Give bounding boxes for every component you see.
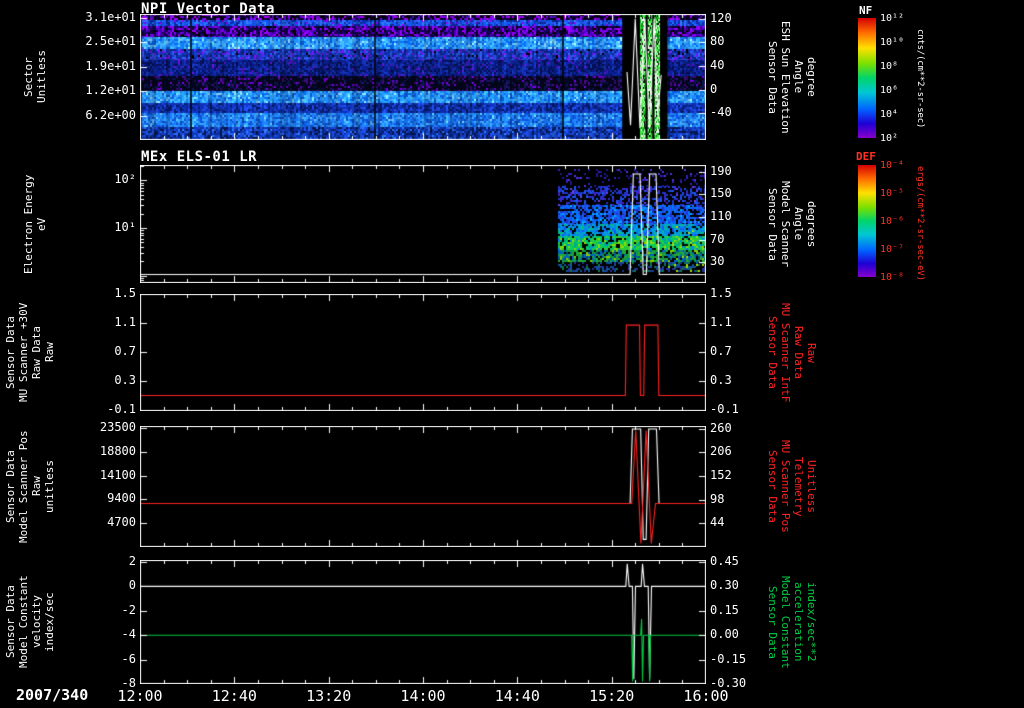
axis-tick-label: 0.3 (710, 372, 732, 387)
axis-tick-label: 23500 (99, 420, 136, 435)
axis-tick-label: 150 (710, 186, 732, 201)
time-tick-label: 14:40 (494, 687, 540, 705)
panel1-right-axis-label: Sensor Data ESH Sun Elevation Angle degr… (766, 20, 818, 134)
panel4-right-axis-label: Sensor Data MU Scanner Pos Telemetry Uni… (766, 440, 818, 533)
axis-tick-label: 40 (710, 58, 725, 73)
axis-tick-label: 120 (710, 10, 732, 25)
colorbar-tick-label: 10⁻⁸ (880, 272, 905, 283)
axis-tick-label: 1.9e+01 (85, 58, 136, 73)
axis-tick-label: 260 (710, 420, 732, 435)
panel2-left-axis-label: Electron Energy eV (22, 174, 48, 274)
axis-tick-label: 2.5e+01 (85, 34, 136, 49)
axis-tick-label: 0.7 (710, 343, 732, 358)
nf-colorbar-label: NF (859, 4, 873, 17)
colorbar-tick-label: 10⁻⁴ (880, 160, 905, 171)
axis-tick-label: 0.3 (114, 372, 136, 387)
axis-tick-label: 152 (710, 467, 732, 482)
axis-tick-label: 1.1 (114, 314, 136, 329)
time-tick-label: 13:20 (306, 687, 352, 705)
axis-tick-label: 206 (710, 444, 732, 459)
axis-tick-label: 9400 (107, 491, 136, 506)
panel-els-title: MEx ELS-01 LR (141, 149, 258, 165)
axis-tick-label: -40 (710, 105, 732, 120)
mu-scanner-intf-plot-canvas (140, 294, 706, 411)
axis-tick-label: -0.1 (710, 401, 739, 416)
time-tick-label: 12:00 (117, 687, 163, 705)
time-tick-label: 16:00 (683, 687, 729, 705)
axis-tick-label: 70 (710, 231, 725, 246)
panel4-left-axis-label: Sensor Data Model Scanner Pos Raw unitle… (4, 430, 56, 543)
panel1-left-axis-label: Sector Unitless (22, 50, 48, 104)
axis-tick-label: 10¹ (114, 219, 136, 234)
axis-tick-label: 0 (128, 578, 136, 593)
axis-tick-label: 1.5 (114, 286, 136, 300)
multi-panel-plot: NPI Vector Data MEx ELS-01 LR Sector Uni… (0, 0, 1024, 708)
axis-tick-label: 6.2e+00 (85, 107, 136, 122)
time-tick-label: 15:20 (589, 687, 635, 705)
panel5-left-axis-label: Sensor Data Model Constant velocity inde… (4, 575, 56, 669)
axis-tick-label: 0.15 (710, 602, 739, 617)
axis-tick-label: 4700 (107, 515, 136, 530)
colorbar-tick-label: 10⁻⁶ (880, 216, 905, 227)
def-colorbar (858, 165, 876, 277)
time-tick-label: 14:00 (400, 687, 446, 705)
axis-tick-label: 0.00 (710, 627, 739, 642)
npi-spectrogram-canvas (140, 14, 706, 140)
def-colorbar-unit: ergs/(cm**2-sr-sec-eV) (915, 165, 925, 281)
axis-tick-label: 3.1e+01 (85, 9, 136, 24)
axis-tick-label: 0.7 (114, 343, 136, 358)
colorbar-tick-label: 10⁻⁷ (880, 244, 905, 255)
axis-tick-label: -4 (121, 627, 136, 642)
axis-tick-label: 30 (710, 254, 725, 269)
axis-tick-label: 1.2e+01 (85, 83, 136, 98)
panel3-left-axis-label: Sensor Data MU Scanner +30V Raw Data Raw (4, 302, 56, 403)
axis-tick-label: -6 (121, 651, 136, 666)
colorbar-tick-label: 10⁻⁵ (880, 188, 905, 199)
colorbar-tick-label: 10⁶ (880, 85, 899, 96)
axis-tick-label: 18800 (99, 443, 136, 458)
nf-colorbar-unit: cnts/(cm**2-sr-sec) (915, 29, 925, 129)
colorbar-tick-label: 10² (880, 133, 899, 144)
colorbar-tick-label: 10¹⁰ (880, 37, 905, 48)
axis-tick-label: 1.1 (710, 314, 732, 329)
axis-tick-label: -0.15 (710, 651, 747, 666)
panel5-right-axis-label: Sensor Data Model Constant acceleration … (766, 575, 818, 669)
axis-tick-label: 110 (710, 208, 732, 223)
nf-colorbar (858, 18, 876, 138)
colorbar-tick-label: 10⁴ (880, 109, 899, 120)
panel3-right-axis-label: Sensor Data MU Scanner IntF Raw Data Raw (766, 302, 818, 403)
axis-tick-label: 0.30 (710, 578, 739, 593)
axis-tick-label: 10² (114, 172, 136, 187)
axis-tick-label: 190 (710, 163, 732, 178)
axis-tick-label: 44 (710, 515, 725, 530)
colorbar-tick-label: 10¹² (880, 13, 905, 24)
scanner-pos-plot-canvas (140, 426, 706, 547)
model-constant-plot-canvas (140, 560, 706, 684)
panel2-right-axis-label: Sensor Data Model Scanner Angle degrees (766, 180, 818, 268)
axis-tick-label: 98 (710, 491, 725, 506)
axis-tick-label: 0 (710, 81, 718, 96)
els-spectrogram-canvas (140, 165, 706, 283)
axis-tick-label: 1.5 (710, 286, 732, 300)
axis-tick-label: -2 (121, 602, 136, 617)
axis-tick-label: 14100 (99, 467, 136, 482)
colorbar-tick-label: 10⁸ (880, 61, 899, 72)
time-tick-label: 12:40 (211, 687, 257, 705)
axis-tick-label: -0.1 (107, 401, 136, 416)
axis-tick-label: 0.45 (710, 553, 739, 568)
def-colorbar-label: DEF (856, 150, 876, 163)
axis-tick-label: 80 (710, 34, 725, 49)
axis-tick-label: 2 (128, 553, 136, 568)
